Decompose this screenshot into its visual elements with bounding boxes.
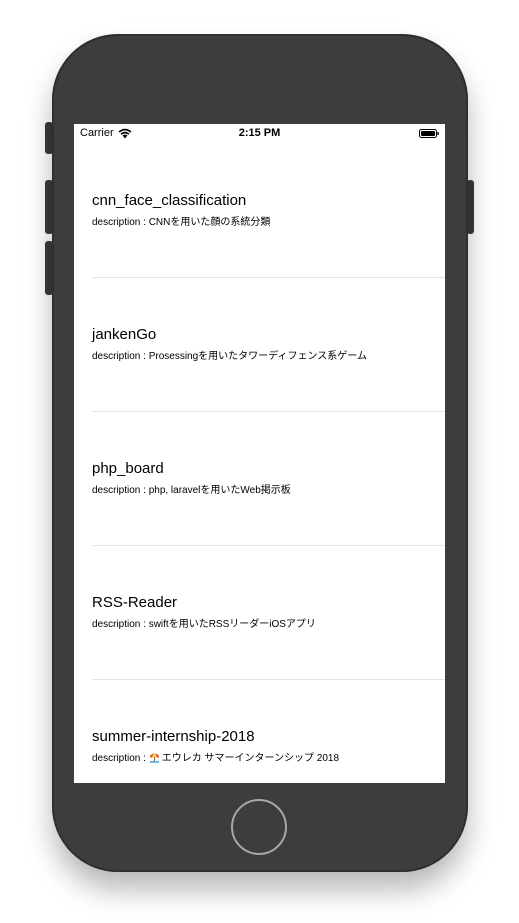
list-item[interactable]: summer-internship-2018 description : エウレ… — [74, 680, 445, 783]
beach-umbrella-icon — [149, 753, 159, 763]
repo-title: RSS-Reader — [92, 594, 178, 611]
status-time: 2:15 PM — [238, 127, 281, 139]
repo-title: summer-internship-2018 — [92, 728, 255, 745]
list-item[interactable]: cnn_face_classification description : CN… — [74, 144, 445, 278]
simulator-stage: Carrier 2:15 PM cnn_face_classification … — [0, 0, 519, 923]
description-prefix: description : — [92, 753, 149, 764]
description-text: エウレカ サマーインターンシップ 2018 — [161, 753, 340, 764]
power-button — [467, 180, 474, 234]
app-screen: Carrier 2:15 PM cnn_face_classification … — [74, 124, 445, 783]
battery-icon — [419, 129, 439, 138]
repo-title: cnn_face_classification — [92, 192, 247, 209]
repo-description: description : Prosessingを用いたタワーディフェンス系ゲー… — [92, 351, 367, 362]
repo-description: description : CNNを用いた顔の系統分類 — [92, 217, 271, 228]
repo-title: jankenGo — [92, 326, 157, 343]
list-item[interactable]: php_board description : php, laravelを用いた… — [74, 412, 445, 546]
repo-description: description : swiftを用いたRSSリーダーiOSアプリ — [92, 619, 316, 630]
list-item[interactable]: RSS-Reader description : swiftを用いたRSSリーダ… — [74, 546, 445, 680]
repository-list[interactable]: cnn_face_classification description : CN… — [74, 144, 445, 783]
repo-description: description : php, laravelを用いたWeb掲示板 — [92, 485, 291, 496]
repo-description: description : エウレカ サマーインターンシップ 2018 — [92, 749, 339, 764]
home-button[interactable] — [231, 799, 287, 855]
repo-title: php_board — [92, 460, 164, 477]
status-bar: Carrier 2:15 PM — [74, 124, 445, 144]
list-item[interactable]: jankenGo description : Prosessingを用いたタワー… — [74, 278, 445, 412]
